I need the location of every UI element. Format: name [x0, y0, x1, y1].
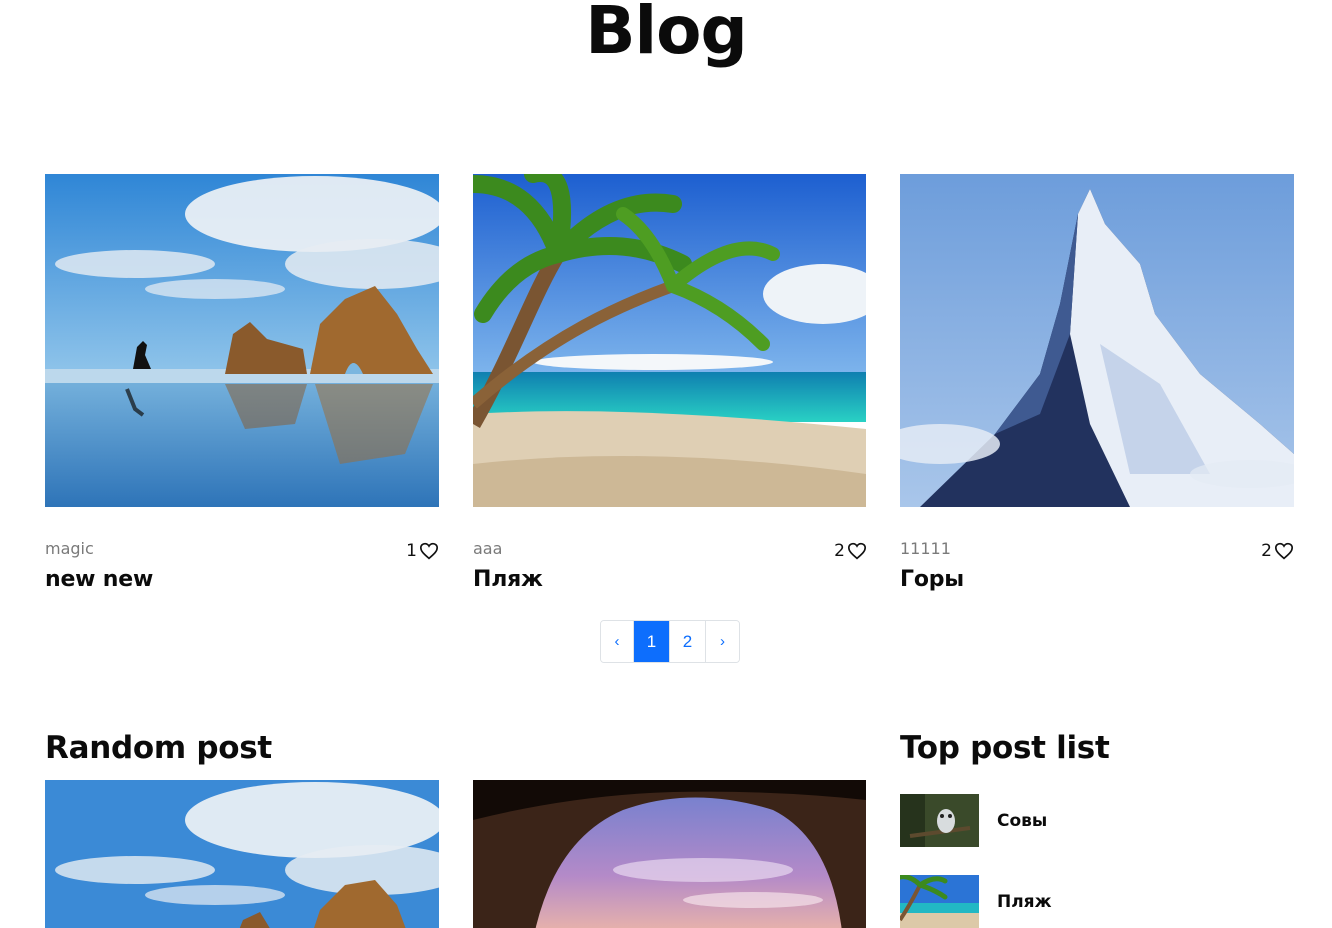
top-post-list-heading: Top post list [900, 730, 1110, 766]
like-button[interactable]: 1 [406, 541, 439, 561]
heart-outline-icon[interactable] [419, 542, 439, 560]
like-count: 1 [406, 541, 417, 561]
pagination-prev-button[interactable]: ‹ [601, 621, 634, 662]
like-button[interactable]: 2 [834, 541, 867, 561]
post-card[interactable]: aaa 2 Пляж [473, 174, 867, 592]
like-count: 2 [834, 541, 845, 561]
pagination-next-button[interactable]: › [706, 621, 739, 662]
post-category[interactable]: 11111 [900, 539, 951, 558]
like-button[interactable]: 2 [1261, 541, 1294, 561]
heart-outline-icon[interactable] [1274, 542, 1294, 560]
pagination-page-2[interactable]: 2 [670, 621, 706, 662]
top-post-item[interactable]: Совы [900, 794, 1047, 847]
top-post-title[interactable]: Пляж [997, 892, 1052, 912]
post-image[interactable] [45, 174, 439, 507]
post-category[interactable]: aaa [473, 539, 502, 558]
post-title[interactable]: Пляж [473, 567, 867, 592]
page-title: Blog [585, 0, 748, 69]
pagination-page-1[interactable]: 1 [634, 621, 670, 662]
like-count: 2 [1261, 541, 1272, 561]
post-title[interactable]: new new [45, 567, 439, 592]
post-card[interactable]: magic 1 new new [45, 174, 439, 592]
random-post-image[interactable] [45, 780, 439, 928]
top-post-title[interactable]: Совы [997, 811, 1047, 831]
top-post-thumbnail[interactable] [900, 875, 979, 928]
post-image[interactable] [900, 174, 1294, 507]
random-post-image[interactable] [473, 780, 866, 928]
heart-outline-icon[interactable] [847, 542, 867, 560]
top-post-thumbnail[interactable] [900, 794, 979, 847]
post-image[interactable] [473, 174, 867, 507]
post-category[interactable]: magic [45, 539, 94, 558]
post-title[interactable]: Горы [900, 567, 1294, 592]
random-post-heading: Random post [45, 730, 272, 766]
post-card[interactable]: 11111 2 Горы [900, 174, 1294, 592]
top-post-item[interactable]: Пляж [900, 875, 1052, 928]
pagination: ‹ 1 2 › [600, 620, 740, 663]
